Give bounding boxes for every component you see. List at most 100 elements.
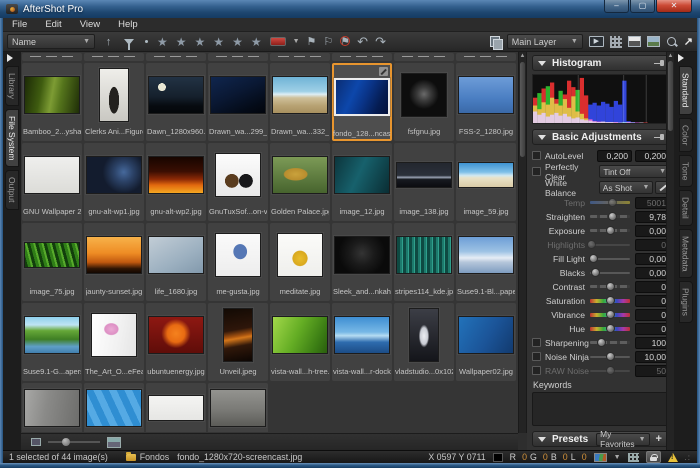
pin-icon[interactable] — [654, 59, 664, 67]
slideshow-icon[interactable]: ▶ — [589, 36, 604, 47]
fill-light-slider[interactable] — [590, 258, 630, 260]
keywords-input[interactable] — [532, 392, 670, 426]
sharpening-slider[interactable] — [590, 341, 630, 344]
saturation-slider[interactable] — [590, 299, 630, 303]
thumbnail-suse9-1-g-apers-jpg[interactable]: Suse9.1-G...apers.jpg — [22, 303, 82, 381]
blacks-slider[interactable] — [590, 272, 630, 274]
rating-star-icon[interactable]: ★ — [176, 35, 188, 49]
thumbnail-gnutuxsof-on-v1-jpg[interactable]: GnuTuxSof...on-v1.jpg — [208, 143, 268, 221]
autolevel-high-value[interactable]: 0,200 — [635, 150, 670, 162]
layers-icon[interactable] — [490, 36, 501, 48]
thumbnail-unveil-jpeg[interactable]: Unveil.jpeg — [208, 303, 268, 381]
noise-ninja-checkbox[interactable] — [532, 352, 541, 361]
blacks-value[interactable]: 0,00 — [635, 267, 670, 279]
tab-plugins[interactable]: Plugins — [679, 281, 693, 323]
thumbnail-the-art-o-efear-jpg[interactable]: The_Art_O...eFear.jpg — [84, 303, 144, 381]
fill-light-value[interactable]: 0,00 — [635, 253, 670, 265]
vibrance-slider[interactable] — [590, 313, 630, 317]
panel-scrollbar-thumb[interactable] — [668, 61, 673, 131]
noise-ninja-slider-knob[interactable] — [606, 352, 615, 361]
rating-star-icon[interactable]: ★ — [232, 35, 244, 49]
resize-grip[interactable]: .: — [685, 453, 691, 462]
sort-direction-icon[interactable]: ↑ — [102, 34, 115, 50]
thumbnail-ubuntuenergy-jpg[interactable]: ubuntuenergy.jpg — [146, 303, 206, 381]
flag-pick-icon[interactable]: ⚑ — [307, 35, 317, 48]
thumbnail-size-slider[interactable] — [48, 441, 100, 443]
thumbnail-image-138-jpg[interactable]: image_138.jpg — [394, 143, 454, 221]
thumbnail-view-icon[interactable] — [610, 36, 622, 48]
temp-slider-knob[interactable] — [608, 198, 617, 207]
exposure-slider-knob[interactable] — [606, 226, 615, 235]
scroll-up-icon[interactable]: ▲ — [667, 52, 674, 60]
tab-detail[interactable]: Detail — [679, 190, 693, 226]
menu-view[interactable]: View — [71, 18, 109, 31]
thumbnail-gnu-wallpaper-2-jpg[interactable]: GNU Wallpaper 2.jpg — [22, 143, 82, 221]
soft-proof-icon[interactable] — [594, 453, 607, 462]
raw-noise-slider[interactable] — [590, 370, 630, 372]
thumbnail-image[interactable] — [84, 383, 144, 432]
thumbnail-size-knob[interactable] — [62, 438, 70, 446]
layer-select[interactable]: Main Layer ▼ — [507, 34, 583, 49]
rotate-right-icon[interactable]: ↷ — [375, 34, 386, 50]
tab-metadata[interactable]: Metadata — [679, 229, 693, 278]
raw-noise-slider-knob[interactable] — [606, 366, 615, 375]
fullscreen-icon[interactable]: ↗ — [684, 35, 693, 48]
thumbnail-jaunty-sunset-jpg[interactable]: jaunty-sunset.jpg — [84, 223, 144, 301]
basic-adjustments-header[interactable]: Basic Adjustments — [532, 129, 670, 145]
highlights-slider-knob[interactable] — [587, 240, 596, 249]
contrast-slider[interactable] — [590, 285, 630, 288]
thumbnail-fsfgnu-jpg[interactable]: fsfgnu.jpg — [394, 63, 454, 141]
thumbnail-image-59-jpg[interactable]: image_59.jpg — [456, 143, 516, 221]
straighten-value[interactable]: 9,78 — [635, 211, 670, 223]
thumbnail-me-gusta-jpg[interactable]: me-gusta.jpg — [208, 223, 268, 301]
thumbnail-fss-2-1280-jpg[interactable]: FSS-2_1280.jpg — [456, 63, 516, 141]
thumbnail-fondo-128-ncast-jpg[interactable]: fondo_128...ncast.jpg — [332, 63, 392, 141]
thumbnail-drawn-wa-332-jpg[interactable]: Drawn_wa...332_.jpg — [270, 63, 330, 141]
noise-ninja-value[interactable]: 10,00 — [635, 351, 670, 363]
grid-scrollbar[interactable]: ▲ — [518, 52, 527, 433]
straighten-slider-knob[interactable] — [608, 212, 617, 221]
maximize-button[interactable]: ▢ — [630, 0, 655, 13]
blacks-slider-knob[interactable] — [591, 268, 600, 277]
menu-file[interactable]: File — [3, 18, 36, 31]
add-preset-icon[interactable]: + — [656, 433, 662, 445]
rating-star-icon[interactable]: ★ — [195, 35, 207, 49]
close-button[interactable]: ✕ — [656, 0, 692, 13]
hue-slider-knob[interactable] — [606, 324, 615, 333]
thumbnail-vista-wall-h-tree-jpg[interactable]: vista-wall...h-tree.jpg — [270, 303, 330, 381]
small-thumbnails-icon[interactable] — [31, 438, 41, 446]
tab-tone[interactable]: Tone — [679, 155, 693, 187]
thumbnail-drawn-wa-299-jpg[interactable]: Drawn_wa...299_.jpg — [208, 63, 268, 141]
thumbnail-image[interactable] — [208, 383, 268, 432]
minimize-button[interactable]: – — [604, 0, 629, 13]
browse-view-icon[interactable] — [628, 36, 641, 47]
image-view-icon[interactable] — [647, 36, 660, 47]
perfectly-clear-checkbox[interactable] — [532, 167, 541, 176]
tint-select[interactable]: Tint Off ▼ — [599, 165, 670, 178]
thumbnail-image[interactable] — [22, 383, 82, 432]
thumbnail-golden-palace-jpg[interactable]: Golden Palace.jpg — [270, 143, 330, 221]
thumbnail-clerks-ani-figure-jpg[interactable]: Clerks Ani...Figure.jpg — [84, 63, 144, 141]
temp-slider[interactable] — [590, 201, 630, 204]
chevron-down-icon[interactable]: ▼ — [614, 454, 621, 461]
tab-standard[interactable]: Standard — [679, 66, 693, 115]
thumbnail-image-75-jpg[interactable]: image_75.jpg — [22, 223, 82, 301]
straighten-slider[interactable] — [590, 215, 630, 218]
rating-star-icon[interactable]: ★ — [157, 35, 169, 49]
sort-by-select[interactable]: Name ▼ — [7, 34, 95, 49]
thumbnail-gnu-alt-wp1-jpg[interactable]: gnu-alt-wp1.jpg — [84, 143, 144, 221]
raw-noise-checkbox[interactable] — [532, 366, 541, 375]
saturation-slider-knob[interactable] — [606, 296, 615, 305]
exposure-slider[interactable] — [590, 229, 630, 232]
filter-icon[interactable] — [124, 39, 134, 45]
vibrance-slider-knob[interactable] — [606, 310, 615, 319]
histogram-header[interactable]: Histogram — [532, 55, 670, 71]
hue-value[interactable]: 0 — [635, 323, 670, 335]
collapse-right-panel-arrow[interactable] — [678, 54, 684, 62]
temp-value[interactable]: 5001 — [635, 197, 670, 209]
tab-library[interactable]: Library — [5, 66, 19, 106]
flag-reject-icon[interactable]: ⚑ — [340, 35, 350, 48]
sharpening-slider-knob[interactable] — [597, 338, 606, 347]
thumbnail-bamboo-2-ysha-jpg[interactable]: Bamboo_2...ysha.jpg — [22, 63, 82, 141]
panel-scrollbar[interactable]: ▲ — [666, 52, 674, 450]
